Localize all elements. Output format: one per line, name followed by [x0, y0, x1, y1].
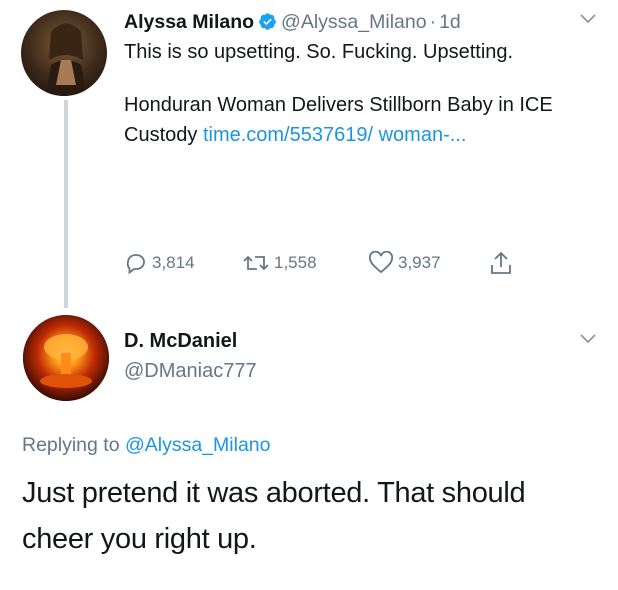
reply-count: 3,814 [152, 253, 195, 272]
caret-down-icon[interactable] [580, 14, 596, 24]
replying-to: Replying to @Alyssa_Milano [22, 434, 271, 457]
separator-dot: · [429, 11, 437, 33]
reply-author-name[interactable]: D. McDaniel [124, 330, 237, 353]
share-icon [491, 251, 511, 274]
caret-down-icon[interactable] [580, 334, 596, 344]
reply-button[interactable]: 3,814 [124, 248, 195, 278]
replying-to-handle[interactable]: @Alyssa_Milano [125, 434, 271, 456]
like-count: 3,937 [398, 253, 441, 272]
reply-author-handle[interactable]: @DManiac777 [124, 360, 257, 383]
author-avatar[interactable] [21, 10, 107, 96]
replying-prefix: Replying to [22, 434, 120, 456]
retweet-icon [243, 255, 269, 271]
reply-author-avatar[interactable] [23, 315, 109, 401]
tweet-timestamp[interactable]: 1d [439, 11, 461, 33]
reply-icon [126, 254, 145, 275]
author-name[interactable]: Alyssa Milano [124, 11, 254, 33]
tweet[interactable]: Alyssa Milano @Alyssa_Milano · 1d This is s… [124, 8, 594, 150]
verified-badge-icon [259, 13, 276, 30]
tweet-header: Alyssa Milano @Alyssa_Milano · 1d [124, 8, 594, 36]
like-icon [369, 251, 393, 274]
share-button[interactable] [490, 248, 516, 278]
thread-line [64, 100, 68, 308]
link-url[interactable]: time.com/5537619/ woman-... [203, 124, 466, 146]
retweet-button[interactable]: 1,558 [242, 248, 317, 278]
reply-text: Just pretend it was aborted. That should… [22, 477, 526, 555]
tweet-link-text: Honduran Woman Delivers Stillborn Baby i… [124, 90, 594, 150]
retweet-count: 1,558 [274, 253, 317, 272]
tweet-actions: 3,814 1,558 3,937 [124, 248, 544, 278]
tweet-text: This is so upsetting. So. Fucking. Upset… [124, 41, 514, 63]
like-button[interactable]: 3,937 [368, 248, 441, 278]
author-handle[interactable]: @Alyssa_Milano [281, 11, 427, 33]
